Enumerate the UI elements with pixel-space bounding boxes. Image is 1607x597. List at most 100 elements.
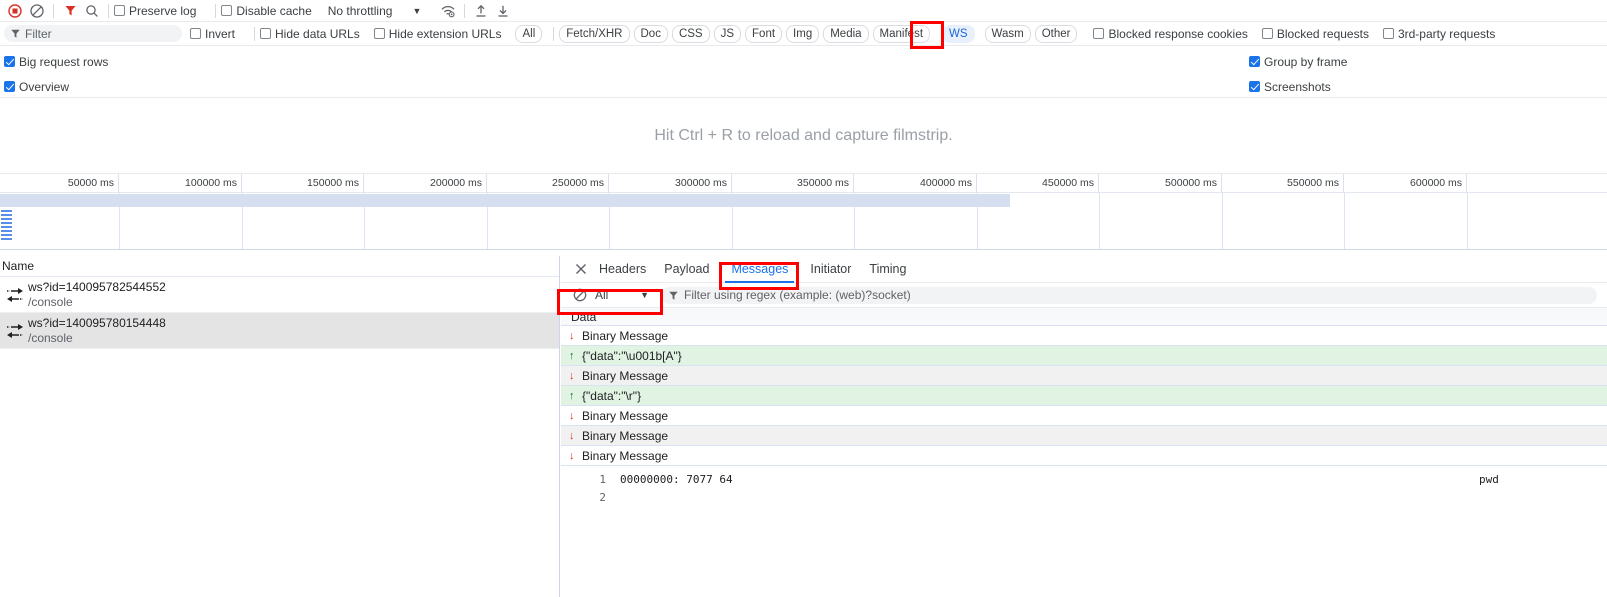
hide-data-urls-input[interactable] (260, 28, 272, 39)
network-conditions-icon[interactable] (437, 0, 459, 22)
type-filter-wasm[interactable]: Wasm (984, 24, 1031, 43)
tick-label: 500000 ms (1165, 177, 1217, 189)
list-item[interactable]: ↓ Binary Message (561, 406, 1607, 426)
close-icon[interactable] (571, 256, 591, 283)
type-filter-media[interactable]: Media (823, 24, 869, 43)
overview-checkbox[interactable]: Overview (4, 80, 69, 94)
big-request-rows-input[interactable] (4, 56, 15, 67)
message-text: {"data":"\r"} (582, 388, 642, 403)
network-overview[interactable]: 50000 ms 100000 ms 150000 ms 200000 ms 2… (0, 174, 1607, 250)
table-row[interactable]: ws?id=140095782544552 /console (0, 277, 559, 313)
type-filter-css[interactable]: CSS (671, 24, 710, 43)
group-by-frame-input[interactable] (1249, 56, 1260, 67)
group-by-frame-checkbox[interactable]: Group by frame (1249, 55, 1347, 69)
hide-extension-urls-label: Hide extension URLs (388, 26, 502, 41)
messages-regex-input[interactable]: Filter using regex (example: (web)?socke… (661, 286, 1597, 304)
hide-data-urls-checkbox[interactable]: Hide data URLs (260, 27, 360, 41)
blocked-response-cookies-checkbox[interactable]: Blocked response cookies (1093, 26, 1248, 41)
chevron-down-icon: ▼ (640, 290, 649, 300)
list-item[interactable]: ↓ Binary Message (561, 426, 1607, 446)
invert-checkbox[interactable]: Invert (190, 27, 235, 41)
list-item[interactable]: ↓ Binary Message (561, 446, 1607, 466)
request-details-panel: Headers Payload Messages Initiator Timin… (561, 256, 1607, 597)
filterbar-divider-1 (254, 26, 256, 41)
type-filter-img[interactable]: Img (786, 24, 820, 43)
list-item[interactable]: ↑ {"data":"\u001b[A"} (561, 346, 1607, 366)
tab-timing[interactable]: Timing (869, 256, 906, 283)
chevron-down-icon[interactable]: ▼ (412, 6, 421, 16)
type-filter-ws[interactable]: WS (942, 24, 975, 43)
type-filter-fetch-xhr[interactable]: Fetch/XHR (559, 24, 630, 43)
message-text: Binary Message (582, 448, 669, 463)
request-name: ws?id=140095782544552 (28, 279, 166, 294)
tick-label: 550000 ms (1287, 177, 1339, 189)
search-input[interactable]: Filter (4, 25, 182, 42)
hide-data-urls-label: Hide data URLs (275, 26, 360, 41)
incoming-arrow-icon: ↓ (569, 409, 575, 422)
network-toolbar: Preserve log Disable cache No throttling… (0, 0, 1607, 22)
message-text: Binary Message (582, 408, 669, 423)
toolbar-divider-2 (108, 3, 109, 18)
preserve-log-input[interactable] (114, 5, 125, 16)
toolbar-divider-1 (53, 3, 54, 18)
export-har-icon[interactable] (492, 0, 514, 22)
funnel-icon (669, 291, 678, 300)
filter-placeholder: Filter (25, 26, 52, 41)
tick-label: 200000 ms (430, 177, 482, 189)
type-filter-doc[interactable]: Doc (633, 24, 668, 43)
preserve-log-checkbox[interactable]: Preserve log (114, 4, 196, 18)
overview-input[interactable] (4, 81, 15, 92)
throttling-select-label[interactable]: No throttling (328, 4, 393, 18)
hide-extension-urls-checkbox[interactable]: Hide extension URLs (373, 26, 502, 41)
tick-label: 50000 ms (67, 177, 114, 189)
type-filter-manifest[interactable]: Manifest (872, 24, 931, 43)
hide-extension-urls-input[interactable] (373, 28, 385, 39)
timeline-ruler: 50000 ms 100000 ms 150000 ms 200000 ms 2… (0, 174, 1607, 193)
search-icon[interactable] (81, 0, 103, 22)
clear-button[interactable] (26, 0, 48, 22)
tab-initiator[interactable]: Initiator (810, 256, 851, 283)
third-party-requests-input[interactable] (1382, 28, 1394, 39)
overview-selection-band[interactable] (0, 194, 1010, 207)
screenshots-checkbox[interactable]: Screenshots (1249, 80, 1331, 94)
list-item[interactable]: ↓ Binary Message (561, 326, 1607, 346)
type-filter-js[interactable]: JS (713, 24, 742, 43)
blocked-requests-checkbox[interactable]: Blocked requests (1261, 27, 1369, 41)
tick-label: 300000 ms (675, 177, 727, 189)
screenshots-label: Screenshots (1264, 79, 1331, 94)
list-item[interactable]: ↑ {"data":"\r"} (561, 386, 1607, 406)
disable-cache-input[interactable] (221, 5, 233, 16)
blocked-requests-input[interactable] (1261, 28, 1273, 39)
network-panes: Name ws?id=140095782544552 /console ws?i… (0, 256, 1607, 597)
import-har-icon[interactable] (470, 0, 492, 22)
tick-label: 600000 ms (1410, 177, 1462, 189)
message-type-select[interactable]: All ▼ (569, 286, 653, 305)
tick-label: 150000 ms (307, 177, 359, 189)
request-path: /console (28, 330, 73, 345)
websocket-arrows-icon (2, 284, 28, 306)
record-button[interactable] (4, 0, 26, 22)
list-item[interactable]: ↓ Binary Message (561, 366, 1607, 386)
table-row[interactable]: ws?id=140095780154448 /console (0, 313, 559, 349)
outgoing-arrow-icon: ↑ (569, 349, 575, 362)
tab-messages[interactable]: Messages (725, 256, 795, 283)
blocked-response-cookies-label: Blocked response cookies (1108, 26, 1248, 41)
type-filter-font[interactable]: Font (745, 24, 783, 43)
third-party-requests-checkbox[interactable]: 3rd-party requests (1382, 27, 1495, 41)
tab-headers[interactable]: Headers (599, 256, 646, 283)
invert-input[interactable] (190, 28, 201, 39)
hexdump-line: 1 00000000: 7077 64 pwd (561, 470, 1607, 488)
filter-icon[interactable] (59, 0, 81, 22)
hexdump-line-number: 1 (599, 472, 606, 486)
websocket-arrows-icon (2, 320, 28, 342)
requests-column-header-name[interactable]: Name (0, 256, 559, 277)
screenshots-input[interactable] (1249, 81, 1260, 92)
messages-column-header-data[interactable]: Data (561, 308, 1607, 326)
blocked-response-cookies-input[interactable] (1093, 28, 1105, 39)
incoming-arrow-icon: ↓ (569, 429, 575, 442)
type-filter-other[interactable]: Other (1034, 24, 1078, 43)
type-filter-all[interactable]: All (515, 24, 543, 43)
tab-payload[interactable]: Payload (664, 256, 709, 283)
disable-cache-checkbox[interactable]: Disable cache (221, 4, 312, 18)
big-request-rows-checkbox[interactable]: Big request rows (4, 55, 108, 69)
